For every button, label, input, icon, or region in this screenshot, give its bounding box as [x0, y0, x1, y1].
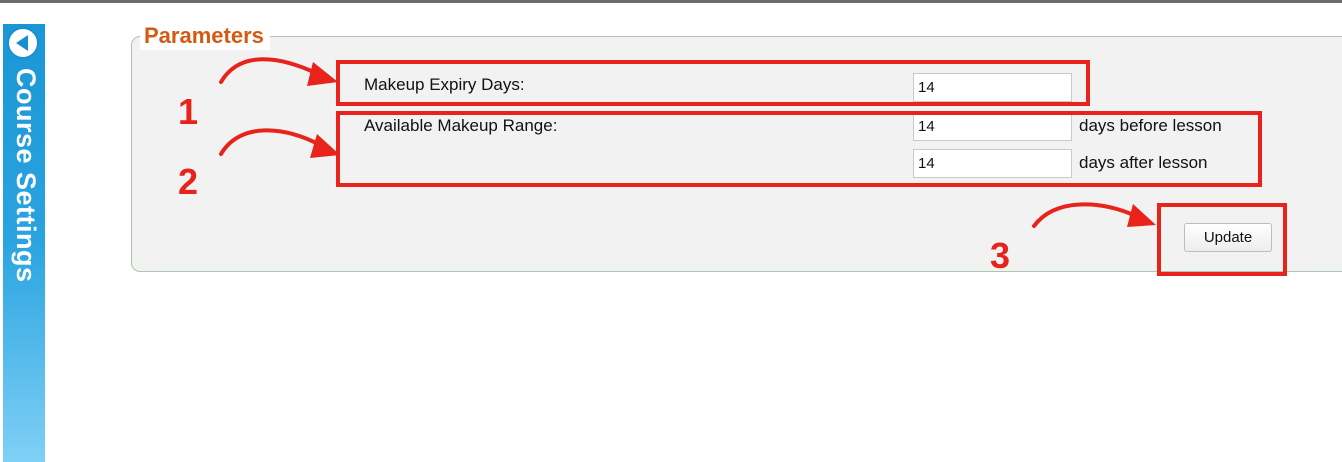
top-border	[0, 0, 1342, 3]
chevron-left-icon[interactable]	[7, 27, 39, 59]
step-number-1: 1	[178, 91, 199, 132]
step-number-3: 3	[990, 235, 1011, 276]
highlight-box-expiry	[336, 60, 1090, 106]
highlight-box-range	[336, 111, 1262, 187]
step-number-2: 2	[178, 161, 199, 202]
parameters-legend: Parameters	[140, 22, 270, 50]
side-tab-label: Course Settings	[11, 68, 41, 283]
course-settings-side-tab[interactable]: Course Settings	[3, 24, 45, 462]
highlight-box-update	[1157, 203, 1287, 276]
